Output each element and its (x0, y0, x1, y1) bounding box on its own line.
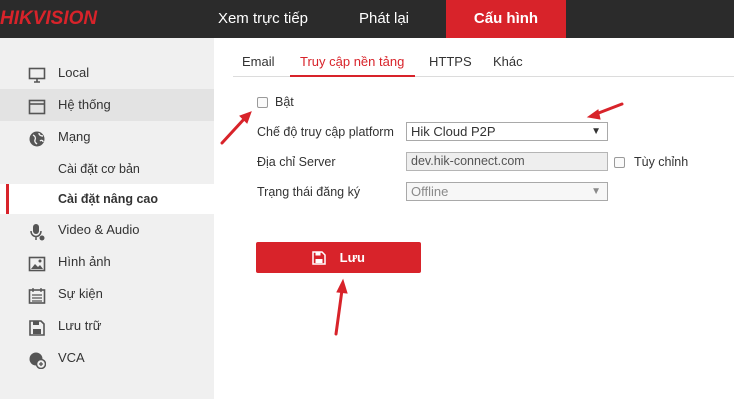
annotation-arrows (220, 102, 624, 336)
arrow-to-mode-select (586, 102, 624, 120)
arrow-to-checkbox (220, 111, 252, 145)
arrow-to-save (334, 278, 348, 336)
